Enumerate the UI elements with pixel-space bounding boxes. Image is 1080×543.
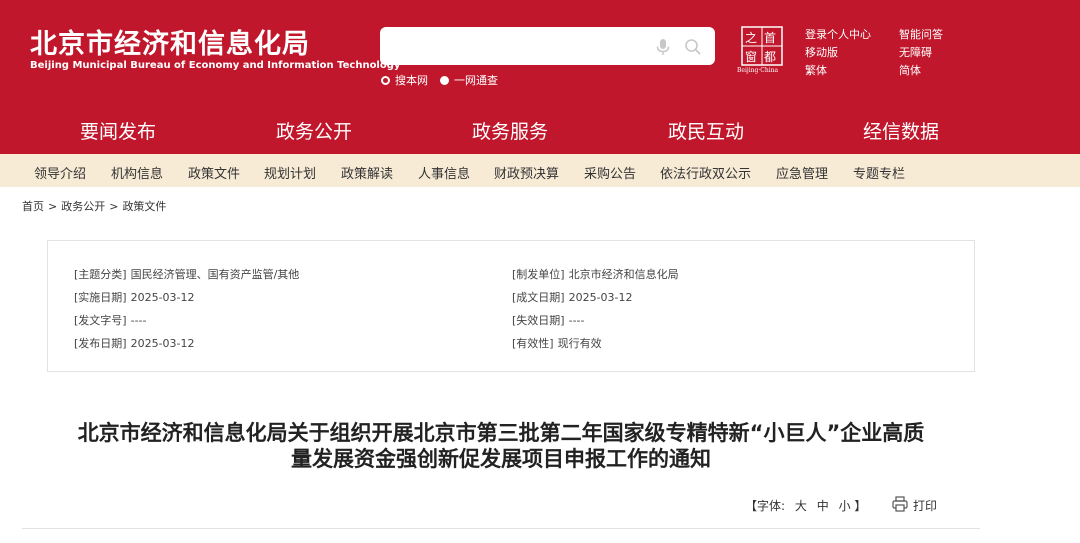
breadcrumb: 首页 > 政务公开 > 政策文件 bbox=[22, 198, 166, 214]
meta-label: [有效性] bbox=[512, 337, 554, 350]
traditional-chinese-link[interactable]: 繁体 bbox=[805, 62, 827, 78]
sub-nav-procurement[interactable]: 采购公告 bbox=[584, 163, 636, 182]
meta-value: 北京市经济和信息化局 bbox=[568, 268, 679, 281]
meta-value: ---- bbox=[130, 314, 147, 327]
content-divider bbox=[22, 528, 980, 529]
breadcrumb-separator: > bbox=[48, 200, 58, 213]
scope-option-all[interactable]: 一网通查 bbox=[440, 73, 498, 87]
meta-label: [失效日期] bbox=[512, 314, 565, 327]
article-title-line: 量发展资金强创新促发展项目申报工作的通知 bbox=[291, 447, 711, 471]
meta-label: [主题分类] bbox=[74, 268, 127, 281]
meta-issuer: [制发单位] 北京市经济和信息化局 bbox=[512, 266, 679, 282]
sub-nav-public-notices[interactable]: 依法行政双公示 bbox=[660, 163, 751, 182]
meta-topic: [主题分类] 国民经济管理、国有资产监管/其他 bbox=[74, 266, 299, 282]
search-input[interactable] bbox=[390, 33, 650, 59]
search-icon[interactable] bbox=[684, 38, 702, 56]
meta-expiry-date: [失效日期] ---- bbox=[512, 312, 584, 328]
article-title-line: 北京市经济和信息化局关于组织开展北京市第三批第二年国家级专精特新“小巨人”企业高… bbox=[77, 421, 925, 445]
meta-value: 现行有效 bbox=[557, 337, 602, 350]
meta-value: 2025-03-12 bbox=[568, 291, 633, 304]
site-logo-title[interactable]: 北京市经济和信息化局 bbox=[30, 22, 310, 61]
city-logo-char: 之 bbox=[745, 31, 757, 45]
print-button[interactable]: 打印 bbox=[913, 497, 937, 514]
meta-label: [成文日期] bbox=[512, 291, 565, 304]
meta-written-date: [成文日期] 2025-03-12 bbox=[512, 289, 633, 305]
scope-option-label: 一网通查 bbox=[454, 74, 498, 87]
meta-label: [发布日期] bbox=[74, 337, 127, 350]
sub-nav-organization[interactable]: 机构信息 bbox=[111, 163, 163, 182]
sub-nav-topics[interactable]: 专题专栏 bbox=[853, 163, 905, 182]
city-logo-char: 首 bbox=[764, 31, 776, 45]
simplified-chinese-link[interactable]: 简体 bbox=[899, 62, 921, 78]
breadcrumb-separator: > bbox=[109, 200, 119, 213]
sub-nav-plans[interactable]: 规划计划 bbox=[264, 163, 316, 182]
print-icon[interactable] bbox=[892, 496, 908, 512]
breadcrumb-gov-affairs-open[interactable]: 政务公开 bbox=[61, 200, 105, 213]
font-size-control: 【字体: 大 中 小 】 bbox=[745, 497, 866, 514]
main-nav-gov-affairs-open[interactable]: 政务公开 bbox=[276, 117, 352, 144]
site-logo-subtitle[interactable]: Beijing Municipal Bureau of Economy and … bbox=[30, 60, 400, 71]
sub-nav-personnel[interactable]: 人事信息 bbox=[418, 163, 470, 182]
city-logo-char: 都 bbox=[764, 50, 776, 64]
sub-nav-leaders[interactable]: 领导介绍 bbox=[34, 163, 86, 182]
accessibility-link[interactable]: 无障碍 bbox=[899, 44, 932, 60]
document-metadata: [主题分类] 国民经济管理、国有资产监管/其他 [实施日期] 2025-03-12 … bbox=[47, 240, 975, 372]
mobile-version-link[interactable]: 移动版 bbox=[805, 44, 838, 60]
meta-label: [发文字号] bbox=[74, 314, 127, 327]
sub-nav: 领导介绍 机构信息 政策文件 规划计划 政策解读 人事信息 财政预决算 采购公告… bbox=[0, 154, 1080, 187]
meta-value: 2025-03-12 bbox=[130, 337, 195, 350]
site-header: 北京市经济和信息化局 Beijing Municipal Bureau of E… bbox=[0, 0, 1080, 105]
meta-label: [制发单位] bbox=[512, 268, 565, 281]
scope-option-site[interactable]: 搜本网 bbox=[381, 73, 428, 87]
meta-publish-date: [发布日期] 2025-03-12 bbox=[74, 335, 195, 351]
login-link[interactable]: 登录个人中心 bbox=[805, 26, 871, 42]
main-nav-gov-services[interactable]: 政务服务 bbox=[472, 117, 548, 144]
scope-option-label: 搜本网 bbox=[395, 74, 428, 87]
meta-value: ---- bbox=[568, 314, 585, 327]
sub-nav-budget[interactable]: 财政预决算 bbox=[494, 163, 559, 182]
sub-nav-emergency[interactable]: 应急管理 bbox=[776, 163, 828, 182]
city-logo-caption: Beijing·China bbox=[737, 67, 779, 74]
meta-validity: [有效性] 现行有效 bbox=[512, 335, 602, 351]
meta-label: [实施日期] bbox=[74, 291, 127, 304]
microphone-icon[interactable] bbox=[655, 38, 671, 56]
meta-value: 国民经济管理、国有资产监管/其他 bbox=[130, 268, 300, 281]
font-size-medium[interactable]: 中 bbox=[817, 499, 829, 513]
breadcrumb-home[interactable]: 首页 bbox=[22, 200, 44, 213]
meta-effective-date: [实施日期] 2025-03-12 bbox=[74, 289, 195, 305]
font-size-large[interactable]: 大 bbox=[795, 499, 807, 513]
font-size-bracket: 】 bbox=[854, 499, 867, 513]
meta-value: 2025-03-12 bbox=[130, 291, 195, 304]
smart-qa-link[interactable]: 智能问答 bbox=[899, 26, 943, 42]
main-nav-news[interactable]: 要闻发布 bbox=[80, 117, 156, 144]
main-nav: 要闻发布 政务公开 政务服务 政民互动 经信数据 bbox=[0, 105, 1080, 154]
font-size-label: 【字体: bbox=[745, 499, 786, 513]
main-nav-interaction[interactable]: 政民互动 bbox=[668, 117, 744, 144]
font-size-small[interactable]: 小 bbox=[839, 499, 851, 513]
article-title: 北京市经济和信息化局关于组织开展北京市第三批第二年国家级专精特新“小巨人”企业高… bbox=[26, 420, 976, 472]
city-logo-char: 窗 bbox=[745, 50, 757, 64]
sub-nav-policy-documents[interactable]: 政策文件 bbox=[188, 163, 240, 182]
meta-document-number: [发文字号] ---- bbox=[74, 312, 146, 328]
sub-nav-policy-interpretation[interactable]: 政策解读 bbox=[341, 163, 393, 182]
radio-icon bbox=[381, 75, 390, 85]
radio-icon bbox=[440, 75, 449, 85]
breadcrumb-policy-documents[interactable]: 政策文件 bbox=[122, 200, 166, 213]
main-nav-data[interactable]: 经信数据 bbox=[863, 117, 939, 144]
